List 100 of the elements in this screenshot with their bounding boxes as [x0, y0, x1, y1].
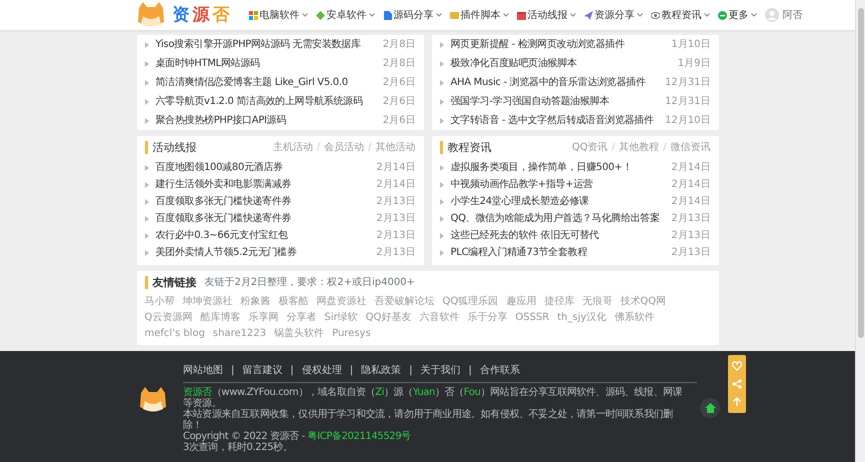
article-link[interactable]: 小学生24堂心理成长塑造必修课 — [450, 194, 672, 209]
nav-menu-item[interactable]: 教程资讯 — [650, 8, 710, 22]
article-link[interactable]: 中视频动画作品教学+指导+运营 — [450, 177, 672, 192]
article-link[interactable]: 虚拟服务类项目，操作简单，日赚500+！ — [450, 160, 672, 175]
section-heading: 教程资讯 — [440, 141, 492, 154]
article-link[interactable]: 百度地图领100减80元酒店券 — [156, 160, 376, 175]
document-icon — [382, 10, 392, 20]
bullet-icon — [440, 42, 444, 48]
site-description: 资源否（www.ZYFou.com），域名取自资（Zi）源（Yuan）否（Fou）网站旨在分享互联网软件、源码、线报、网课等资源。 — [183, 387, 684, 409]
nav-menu-item[interactable]: 插件脚本 — [450, 8, 508, 22]
bullet-icon — [440, 182, 444, 188]
diamond-icon — [316, 10, 324, 20]
paper-plane-icon — [584, 10, 592, 20]
post-date: 2月13日 — [376, 195, 416, 209]
article-link[interactable]: 百度领取多张无门槛快递寄件券 — [156, 211, 376, 226]
article-link[interactable]: AHA Music - 浏览器中的音乐雷达浏览器插件 — [450, 75, 666, 90]
icp-link[interactable]: 粤ICP备2021145529号 — [308, 431, 411, 442]
nav-menu-item[interactable]: 活动线报 — [516, 8, 576, 22]
bullet-icon — [144, 42, 148, 48]
footer-link[interactable]: 合作联系 — [480, 363, 520, 378]
bullet-icon — [440, 250, 444, 256]
post-date: 1月10日 — [671, 38, 710, 52]
separator: / — [663, 141, 666, 155]
caret-icon — [302, 13, 308, 17]
caret-icon — [750, 13, 756, 17]
post-date: 2月14日 — [376, 178, 416, 192]
post-date: 2月14日 — [376, 161, 416, 175]
bullet-icon — [144, 80, 148, 86]
post-date: 2月8日 — [382, 38, 416, 52]
bullet-icon — [440, 164, 444, 170]
article-link[interactable]: 极致净化百度贴吧页油猴脚本 — [450, 56, 678, 71]
bullet-icon — [144, 164, 148, 170]
nav-menu-item[interactable]: 源码分享 — [382, 8, 442, 22]
post-date: 2月8日 — [382, 57, 416, 71]
bullet-icon — [144, 216, 148, 222]
bullet-icon — [440, 232, 444, 238]
caret-icon — [704, 13, 710, 17]
article-link[interactable]: 简洁清爽情侣恋爱博客主题 Like_Girl V5.0.0 — [156, 75, 383, 90]
nav-menu-item[interactable]: 更多 — [718, 8, 756, 22]
nav-menu-item[interactable]: 资源分享 — [584, 8, 642, 22]
post-date: 2月6日 — [382, 95, 416, 109]
post-date: 2月13日 — [671, 212, 710, 226]
footer-link[interactable]: 隐私政策 — [361, 363, 402, 378]
bullet-icon — [144, 182, 148, 188]
dog-mascot-icon — [139, 387, 167, 413]
footer-link[interactable]: 关于我们 — [420, 363, 460, 378]
post-date: 2月14日 — [671, 178, 710, 192]
article-link[interactable]: PLC编程入门精通73节全套教程 — [450, 245, 672, 260]
post-date: 12月31日 — [665, 76, 710, 90]
separator: / — [368, 141, 372, 155]
article-link[interactable]: 桌面时钟HTML网站源码 — [156, 56, 383, 71]
home-icon — [704, 403, 716, 413]
eye-icon — [650, 10, 660, 20]
caret-icon — [636, 13, 642, 17]
post-date: 12月31日 — [665, 95, 710, 109]
share-icon — [732, 379, 742, 389]
nav-menu-item[interactable]: 安卓软件 — [316, 8, 374, 22]
footer-link[interactable]: 侵权处理 — [302, 363, 342, 378]
bullet-icon — [440, 80, 444, 86]
bullet-icon — [144, 60, 148, 66]
caret-icon — [570, 13, 576, 17]
user-name[interactable]: 阿否 — [782, 8, 802, 22]
bullet-icon — [440, 98, 444, 104]
post-date: 2月14日 — [671, 161, 710, 175]
nav-menu-item[interactable]: 电脑软件 — [248, 8, 308, 22]
separator: / — [612, 141, 616, 155]
caret-icon — [436, 13, 442, 17]
post-date: 2月13日 — [376, 212, 416, 226]
article-link[interactable]: 这些已经死去的软件 依旧无可替代 — [450, 228, 672, 243]
article-link[interactable]: 美团外卖情人节领5.2元无门槛券 — [156, 245, 376, 260]
article-link[interactable]: Yiso搜索引擎开源PHP网站源码 无需安装数据库 — [156, 37, 383, 52]
more-icon — [718, 10, 726, 20]
post-date: 12月10日 — [665, 114, 710, 128]
bullet-icon — [440, 216, 444, 222]
article-link[interactable]: 强国学习-学习强国自动答题油猴脚本 — [450, 94, 666, 109]
bullet-icon — [144, 198, 148, 204]
heart-icon — [732, 361, 742, 371]
arrow-up-icon — [732, 397, 742, 407]
article-link[interactable]: 聚合热搜热榜PHP接口API源码 — [156, 113, 383, 128]
article-link[interactable]: 建行生活领外卖和电影票满减券 — [156, 177, 376, 192]
post-date: 2月13日 — [376, 229, 416, 243]
post-date: 2月13日 — [671, 229, 710, 243]
footer-link[interactable]: 网站地图 — [183, 363, 223, 378]
separator: | — [409, 364, 412, 378]
query-stats: 3次查询，耗时0.225秒。 — [183, 442, 294, 453]
article-link[interactable]: 文字转语音 - 选中文字然后转成语音浏览器插件 — [450, 113, 666, 128]
bullet-icon — [144, 98, 148, 104]
article-link[interactable]: 网页更新提醒 - 检测网页改动浏览器插件 — [450, 37, 672, 52]
article-link[interactable]: 六零导航页v1.2.0 简洁高效的上网导航系统源码 — [156, 94, 383, 109]
article-link[interactable]: QQ、微信为啥能成为用户首选？马化腾给出答案 — [450, 211, 672, 226]
article-link[interactable]: 农行必中0.3~66元支付宝红包 — [156, 228, 376, 243]
caret-icon — [502, 13, 508, 17]
section-heading: 活动线报 — [144, 141, 196, 154]
scrollbar[interactable] — [855, 0, 865, 462]
site-logo[interactable]: 资源否 — [172, 6, 232, 24]
post-date: 2月14日 — [671, 195, 710, 209]
footer-link[interactable]: 留言建议 — [242, 363, 282, 378]
article-link[interactable]: 百度领取多张无门槛快递寄件券 — [156, 194, 376, 209]
caret-icon — [368, 13, 374, 17]
links-note: 友链于2月2日整理，要求：权2+或日ip4000+ — [204, 276, 415, 290]
